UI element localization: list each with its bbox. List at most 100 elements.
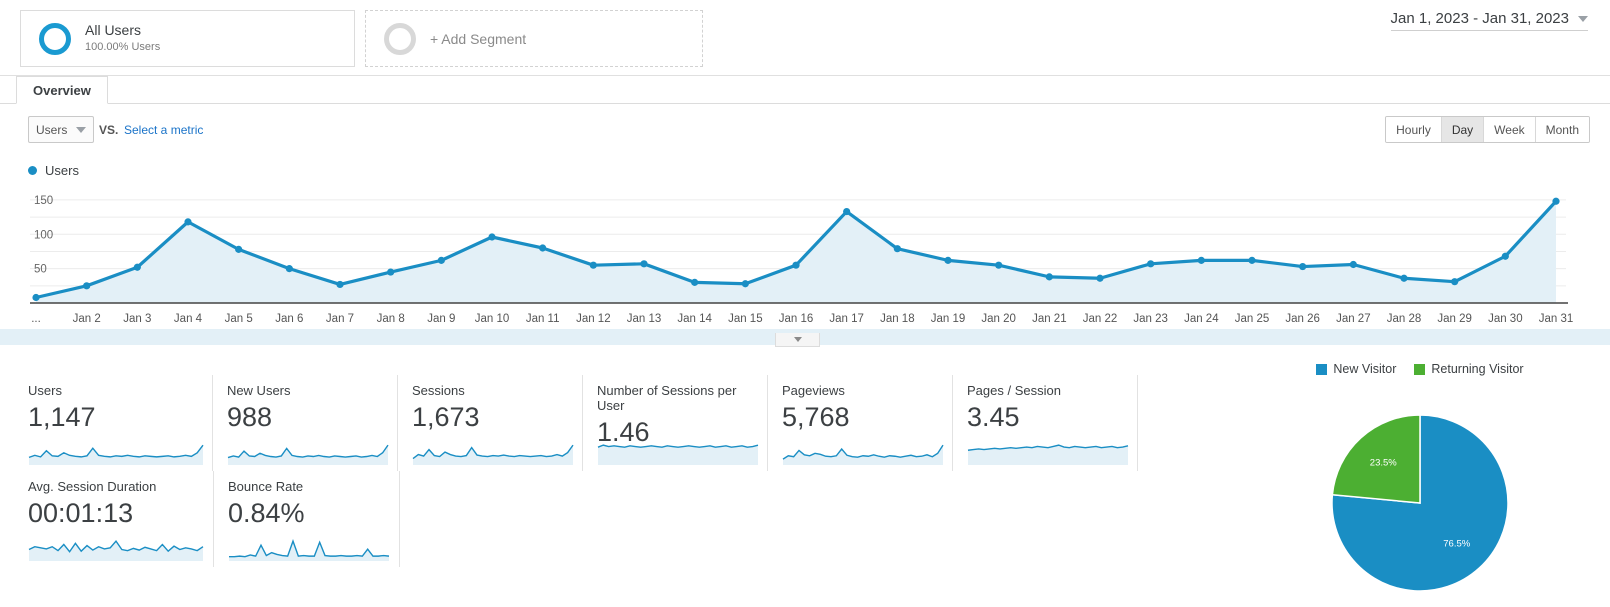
metric-card-label: Avg. Session Duration [28, 479, 157, 494]
svg-text:Jan 25: Jan 25 [1235, 313, 1270, 325]
metric-card[interactable]: Users 1,147 [28, 375, 213, 471]
analytics-overview-page: All Users 100.00% Users + Add Segment Ja… [0, 0, 1610, 607]
metric-card-row-top: Users 1,147 New Users 988 Sessions 1,673 Numbe… [28, 375, 1139, 471]
pie-legend-item-new-visitor[interactable]: New Visitor [1316, 362, 1396, 376]
tab-overview[interactable]: Overview [16, 76, 108, 104]
chart-collapse-handle[interactable] [775, 333, 820, 347]
granularity-day[interactable]: Day [1441, 117, 1485, 142]
metric-card-row-bottom: Avg. Session Duration 00:01:13 Bounce Rate… [28, 471, 1138, 567]
metric-control-row: Users VS. Select a metric Hourly Day Wee… [0, 104, 1610, 156]
svg-text:Jan 4: Jan 4 [174, 313, 203, 325]
svg-text:Jan 19: Jan 19 [931, 313, 966, 325]
ring-outline-icon [384, 22, 416, 55]
granularity-week[interactable]: Week [1484, 117, 1536, 142]
visitor-type-pie-block: New Visitor Returning Visitor 76.5% 23.5% [1255, 362, 1585, 607]
add-segment-button[interactable]: + Add Segment [365, 10, 703, 67]
chevron-down-icon [1578, 15, 1588, 22]
vs-label: VS. [99, 123, 119, 137]
svg-text:Jan 16: Jan 16 [779, 313, 814, 325]
svg-text:Jan 23: Jan 23 [1133, 313, 1168, 325]
legend-swatch-icon [1316, 363, 1328, 375]
svg-text:Jan 15: Jan 15 [728, 313, 763, 325]
svg-text:Jan 2: Jan 2 [73, 313, 101, 325]
svg-text:Jan 3: Jan 3 [123, 313, 151, 325]
metric-card-sparkline [229, 539, 390, 561]
line-chart-legend-label: Users [45, 163, 79, 178]
metric-card-sparkline [28, 540, 204, 561]
metric-card[interactable]: Bounce Rate 0.84% [214, 471, 400, 567]
metric-card-value: 0.84% [228, 498, 305, 528]
svg-text:Jan 9: Jan 9 [427, 313, 455, 325]
svg-text:Jan 28: Jan 28 [1387, 313, 1422, 325]
metric-card-value: 1,147 [28, 402, 96, 432]
segment-all-users-text: All Users 100.00% Users [85, 22, 160, 55]
svg-text:Jan 8: Jan 8 [377, 313, 405, 325]
legend-swatch-icon [1414, 363, 1426, 375]
metric-card-label: Pages / Session [967, 383, 1061, 398]
metric-cards: Users 1,147 New Users 988 Sessions 1,673 Numbe… [28, 375, 1139, 567]
metric-card-label: Pageviews [781, 383, 845, 398]
metric-card-value: 5,768 [781, 402, 850, 432]
svg-text:Jan 18: Jan 18 [880, 313, 915, 325]
svg-text:Jan 20: Jan 20 [981, 313, 1016, 325]
metric-card[interactable]: Pages / Session 3.45 [953, 375, 1139, 471]
metric-card[interactable]: Number of Sessions per User 1.46 [583, 375, 768, 471]
svg-text:Jan 30: Jan 30 [1488, 313, 1523, 325]
metric-select-dropdown[interactable]: Users [28, 116, 94, 143]
svg-text:Jan 6: Jan 6 [275, 313, 303, 325]
metric-card[interactable]: Avg. Session Duration 00:01:13 [28, 471, 214, 567]
date-range-label: Jan 1, 2023 - Jan 31, 2023 [1390, 10, 1569, 27]
segment-all-users-subtitle: 100.00% Users [85, 41, 161, 54]
pie-chart-wrap[interactable]: 76.5% 23.5% [1255, 388, 1585, 607]
chevron-down-icon [76, 126, 86, 133]
svg-text:Jan 17: Jan 17 [829, 313, 864, 325]
metric-card-sparkline [28, 444, 204, 465]
line-chart-legend: Users [28, 163, 79, 178]
svg-text:Jan 24: Jan 24 [1184, 313, 1219, 325]
segment-all-users-title: All Users [85, 21, 142, 38]
pie-legend-label-new-visitor: New Visitor [1333, 362, 1397, 376]
svg-text:Jan 29: Jan 29 [1437, 313, 1472, 325]
metric-card-label: Users [28, 383, 62, 398]
metric-card-label: Sessions [411, 383, 465, 398]
svg-text:150: 150 [34, 195, 53, 207]
segment-bar: All Users 100.00% Users + Add Segment Ja… [0, 0, 1610, 76]
metric-card-sparkline [782, 444, 944, 465]
metric-card-sparkline [412, 444, 574, 465]
granularity-button-group: Hourly Day Week Month [1385, 116, 1590, 143]
svg-text:...: ... [31, 313, 41, 325]
metric-card-value: 3.45 [967, 402, 1020, 432]
metric-card-value: 00:01:13 [28, 498, 134, 528]
svg-text:Jan 22: Jan 22 [1083, 313, 1118, 325]
metric-card-sparkline [967, 444, 1129, 465]
svg-text:50: 50 [34, 264, 47, 276]
tab-overview-label: Overview [33, 82, 91, 98]
svg-text:Jan 7: Jan 7 [326, 313, 354, 325]
visitor-type-pie-svg: 76.5% 23.5% [1331, 414, 1509, 592]
metric-card[interactable]: Sessions 1,673 [398, 375, 583, 471]
metric-select-value: Users [36, 122, 68, 137]
pie-slice-label: 76.5% [1443, 538, 1470, 549]
metric-card-label: Number of Sessions per User [596, 383, 737, 413]
pie-slice-label: 23.5% [1370, 458, 1397, 469]
svg-text:Jan 27: Jan 27 [1336, 313, 1371, 325]
pie-legend-label-returning-visitor: Returning Visitor [1431, 362, 1524, 376]
date-range-picker[interactable]: Jan 1, 2023 - Jan 31, 2023 [1390, 10, 1588, 31]
metric-card-label: New Users [226, 383, 291, 398]
granularity-hourly[interactable]: Hourly [1386, 117, 1442, 142]
chevron-down-icon [793, 337, 802, 342]
select-a-metric-link[interactable]: Select a metric [124, 123, 203, 137]
metric-card-value: 988 [226, 402, 272, 432]
segment-all-users[interactable]: All Users 100.00% Users [20, 10, 355, 67]
users-line-chart[interactable]: 50 100 150... Jan 2 Jan 3 Jan 4 Jan 5 Jan 6 Jan … [0, 185, 1610, 345]
svg-text:Jan 12: Jan 12 [576, 313, 611, 325]
metric-card[interactable]: Pageviews 5,768 [768, 375, 953, 471]
pie-legend-item-returning-visitor[interactable]: Returning Visitor [1414, 362, 1524, 376]
granularity-month[interactable]: Month [1535, 117, 1589, 142]
metric-card-label: Bounce Rate [228, 479, 304, 494]
svg-text:Jan 11: Jan 11 [526, 313, 560, 325]
line-chart-svg: 50 100 150... Jan 2 Jan 3 Jan 4 Jan 5 Jan 6 Jan … [0, 195, 1610, 345]
metric-card[interactable]: New Users 988 [213, 375, 398, 471]
legend-dot-icon [28, 166, 37, 175]
svg-text:Jan 14: Jan 14 [677, 313, 712, 325]
